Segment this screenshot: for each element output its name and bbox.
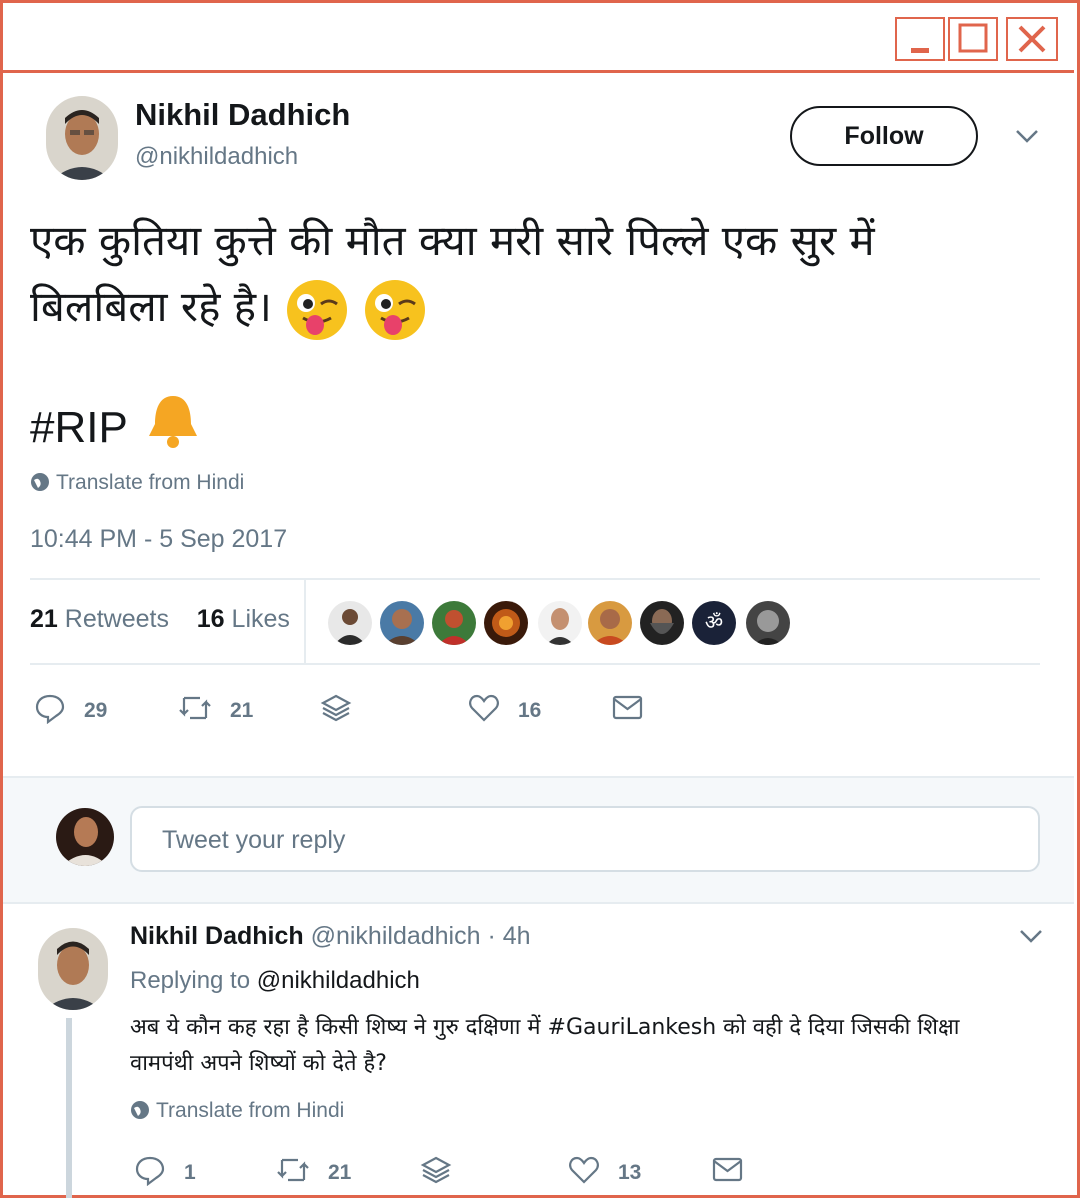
layers-icon (320, 694, 352, 722)
translate-link[interactable]: Translate from Hindi (30, 471, 244, 495)
reply-icon (135, 1156, 165, 1186)
reply-icon (35, 694, 65, 724)
likes-count: 16 (196, 605, 225, 633)
divider (30, 578, 1040, 580)
tweet-text-line2: बिलबिला रहे है। (30, 274, 1010, 342)
reply-stack-action[interactable] (420, 1154, 454, 1186)
like-action[interactable]: 16 (468, 692, 548, 724)
liker-avatar[interactable] (432, 601, 476, 645)
liker-avatar[interactable]: ॐ (692, 601, 736, 645)
reply-translate-label: Translate from Hindi (156, 1099, 345, 1122)
person-avatar-icon (56, 808, 114, 866)
hashtag-rip[interactable]: #RIP (30, 403, 127, 452)
close-icon (1018, 25, 1046, 53)
envelope-icon (612, 695, 643, 720)
person-avatar-icon (46, 96, 118, 180)
reply-retweet-action[interactable]: 21 (276, 1154, 356, 1186)
reply-count: 29 (84, 699, 108, 722)
stats-divider (304, 580, 306, 664)
liker-avatar[interactable] (588, 601, 632, 645)
retweets-stat[interactable]: 21 Retweets (30, 605, 169, 633)
chevron-down-icon[interactable] (1014, 126, 1040, 146)
svg-text:ॐ: ॐ (705, 610, 723, 634)
reply-reply-action[interactable]: 1 (134, 1154, 204, 1186)
retweets-count: 21 (30, 605, 58, 633)
tweet-text: एक कुतिया कुत्ते की मौत क्या मरी सारे पि… (30, 208, 1010, 342)
tweet-text-line2-text: बिलबिला रहे है। (30, 282, 286, 331)
reply-like-count: 13 (618, 1161, 642, 1184)
person-avatar-icon (38, 928, 108, 1010)
heart-icon (469, 694, 499, 722)
chevron-down-icon[interactable] (1018, 926, 1044, 946)
retweet-icon (179, 696, 211, 720)
tweet-timestamp[interactable]: 10:44 PM - 5 Sep 2017 (30, 525, 287, 554)
window-titlebar (0, 0, 1074, 73)
tweet-text-line1: एक कुतिया कुत्ते की मौत क्या मरी सारे पि… (30, 216, 875, 265)
reply-retweet-count: 21 (328, 1161, 352, 1184)
winking-face-tongue-icon (364, 279, 425, 340)
reply-message-action[interactable] (712, 1156, 744, 1184)
reply-reply-count: 1 (184, 1161, 196, 1184)
maximize-icon (958, 23, 988, 53)
reply-text: अब ये कौन कह रहा है किसी शिष्य ने गुरु द… (130, 1010, 1030, 1082)
minimize-button[interactable] (895, 17, 945, 61)
reply-like-action[interactable]: 13 (568, 1154, 648, 1186)
liker-avatar[interactable] (746, 601, 790, 645)
reply-author-handle[interactable]: @nikhildadhich (311, 922, 481, 950)
tweet-stats: 21 Retweets 16 Likes (30, 605, 290, 634)
retweets-label: Retweets (64, 605, 169, 633)
heart-icon (569, 1156, 599, 1184)
likes-label: Likes (231, 605, 290, 633)
stack-action[interactable] (320, 692, 354, 724)
reply-action[interactable]: 29 (34, 692, 114, 724)
like-count: 16 (518, 699, 542, 722)
thread-line (66, 1018, 72, 1198)
liker-avatar[interactable] (328, 601, 372, 645)
replying-to-prefix: Replying to (130, 967, 251, 994)
author-name[interactable]: Nikhil Dadhich (135, 97, 350, 133)
maximize-button[interactable] (948, 17, 998, 61)
globe-icon (131, 1101, 149, 1119)
author-avatar[interactable] (46, 96, 118, 180)
likes-stat[interactable]: 16 Likes (197, 605, 290, 633)
divider (30, 663, 1040, 665)
minimize-icon (911, 48, 929, 53)
layers-icon (420, 1156, 452, 1184)
close-button[interactable] (1006, 17, 1058, 61)
reply-author-avatar[interactable] (38, 928, 108, 1010)
retweet-count: 21 (230, 699, 254, 722)
author-handle[interactable]: @nikhildadhich (135, 143, 298, 171)
liker-avatar[interactable] (380, 601, 424, 645)
globe-icon (31, 473, 49, 491)
tweet-hashtag-line: #RIP (30, 390, 201, 453)
liker-avatar[interactable] (640, 601, 684, 645)
message-action[interactable] (612, 694, 644, 722)
envelope-icon (712, 1157, 743, 1182)
translate-label: Translate from Hindi (56, 471, 245, 494)
replying-to-handle[interactable]: @nikhildadhich (257, 967, 420, 994)
reply-header: Nikhil Dadhich @nikhildadhich · 4h (130, 922, 531, 951)
reply-text-line1: अब ये कौन कह रहा है किसी शिष्य ने गुरु द… (130, 1015, 960, 1040)
bell-icon (149, 396, 198, 448)
reply-text-line2: वामपंथी अपने शिष्यों को देते है? (130, 1051, 387, 1076)
liker-avatar[interactable] (484, 601, 528, 645)
reply-author-name[interactable]: Nikhil Dadhich (130, 922, 304, 950)
retweet-icon (277, 1158, 309, 1182)
follow-button[interactable]: Follow (790, 106, 978, 166)
reply-time[interactable]: · 4h (487, 922, 530, 950)
winking-face-tongue-icon (287, 279, 348, 340)
reply-translate-link[interactable]: Translate from Hindi (130, 1099, 344, 1123)
retweet-action[interactable]: 21 (178, 692, 258, 724)
liker-avatar[interactable] (538, 601, 582, 645)
replying-to: Replying to @nikhildadhich (130, 967, 420, 995)
reply-input[interactable]: Tweet your reply (130, 806, 1040, 872)
current-user-avatar[interactable] (56, 808, 114, 866)
